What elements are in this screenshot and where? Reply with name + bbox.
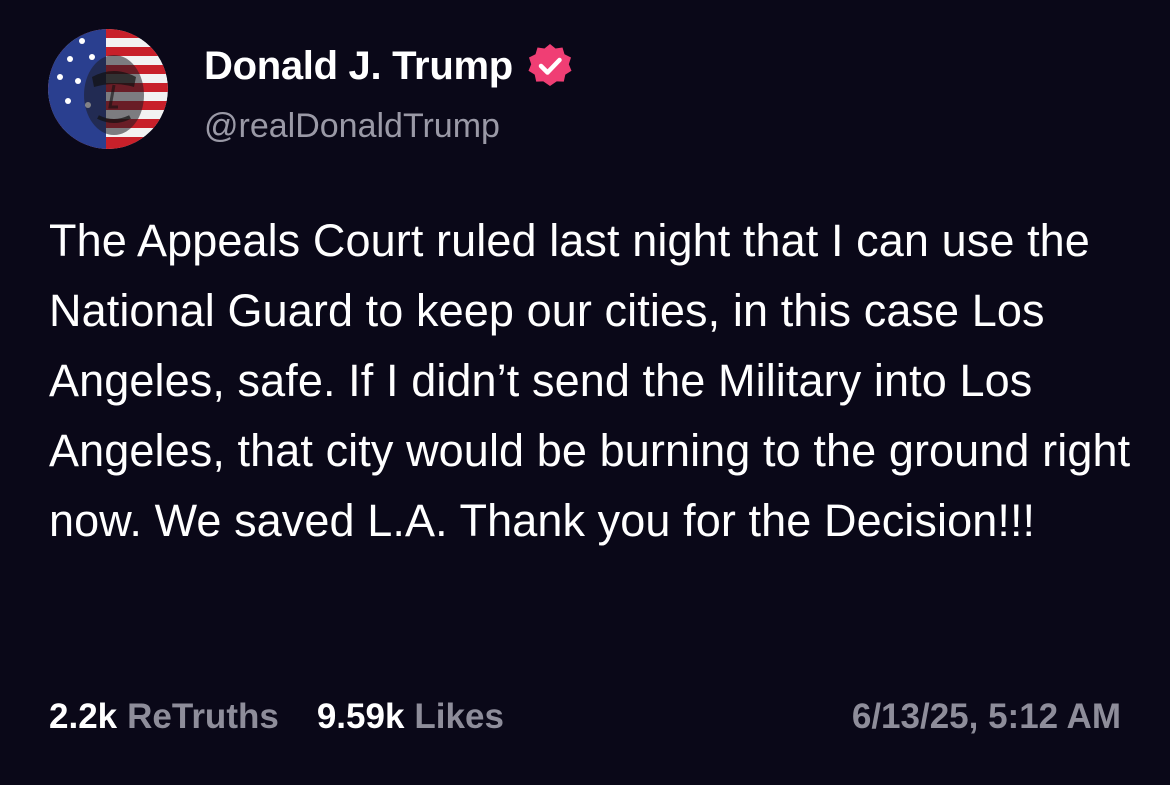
post-body-text: The Appeals Court ruled last night that … xyxy=(49,215,1131,546)
user-handle[interactable]: @realDonaldTrump xyxy=(204,104,500,148)
avatar[interactable] xyxy=(48,29,168,149)
display-name[interactable]: Donald J. Trump xyxy=(204,40,513,92)
post-stats: 2.2k ReTruths 9.59k Likes xyxy=(49,692,504,742)
likes-label: Likes xyxy=(414,697,504,736)
display-name-row: Donald J. Trump xyxy=(204,40,575,92)
avatar-image xyxy=(48,29,168,149)
likes-stat[interactable]: 9.59k Likes xyxy=(317,697,504,737)
post-timestamp[interactable]: 6/13/25, 5:12 AM xyxy=(852,692,1121,742)
retruths-count: 2.2k xyxy=(49,697,118,736)
verified-badge-icon xyxy=(525,41,575,91)
likes-count: 9.59k xyxy=(316,697,405,736)
truth-post: Donald J. Trump @realDonaldTrump The App… xyxy=(0,0,1170,785)
retruths-stat[interactable]: 2.2k ReTruths xyxy=(49,697,279,737)
retruths-label: ReTruths xyxy=(127,697,279,736)
